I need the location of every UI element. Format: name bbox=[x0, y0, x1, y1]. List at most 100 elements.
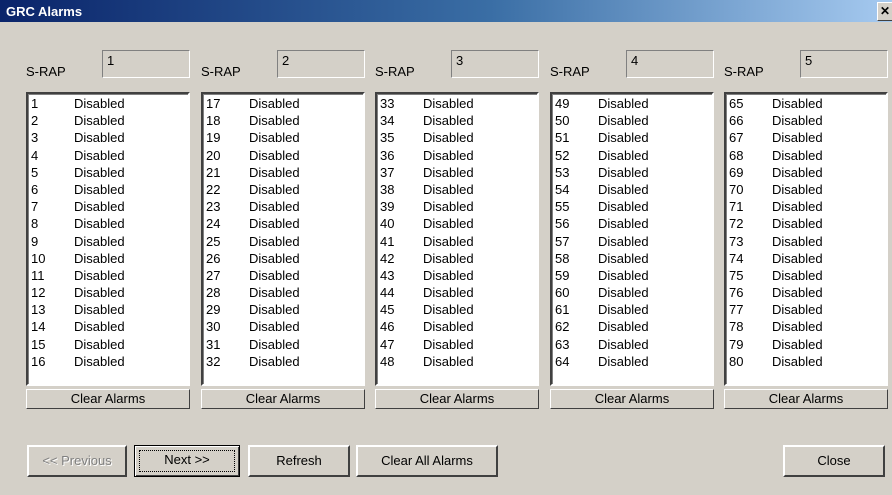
alarm-status: Disabled bbox=[598, 96, 649, 111]
alarm-row[interactable]: 72 Disabled bbox=[729, 215, 883, 232]
alarm-row[interactable]: 40 Disabled bbox=[380, 215, 534, 232]
alarm-row[interactable]: 30 Disabled bbox=[206, 318, 360, 335]
alarm-row[interactable]: 29 Disabled bbox=[206, 301, 360, 318]
alarm-row[interactable]: 38 Disabled bbox=[380, 181, 534, 198]
alarm-row[interactable]: 65 Disabled bbox=[729, 95, 883, 112]
alarm-row[interactable]: 80 Disabled bbox=[729, 353, 883, 370]
alarm-listbox[interactable]: 49 Disabled 50 Disabled 51 Disabled 52 Disabled… bbox=[550, 92, 714, 386]
alarm-row[interactable]: 33 Disabled bbox=[380, 95, 534, 112]
alarm-row[interactable]: 76 Disabled bbox=[729, 284, 883, 301]
alarm-row[interactable]: 2 Disabled bbox=[31, 112, 185, 129]
close-button[interactable]: Close bbox=[783, 445, 885, 477]
alarm-row[interactable]: 18 Disabled bbox=[206, 112, 360, 129]
alarm-row[interactable]: 35 Disabled bbox=[380, 129, 534, 146]
alarm-row[interactable]: 26 Disabled bbox=[206, 250, 360, 267]
alarm-listbox[interactable]: 33 Disabled 34 Disabled 35 Disabled 36 Disabled… bbox=[375, 92, 539, 386]
previous-button[interactable]: << Previous bbox=[27, 445, 127, 477]
alarm-row[interactable]: 73 Disabled bbox=[729, 233, 883, 250]
alarm-row[interactable]: 57 Disabled bbox=[555, 233, 709, 250]
alarm-row[interactable]: 24 Disabled bbox=[206, 215, 360, 232]
alarm-listbox[interactable]: 65 Disabled 66 Disabled 67 Disabled 68 Disabled… bbox=[724, 92, 888, 386]
alarm-row[interactable]: 75 Disabled bbox=[729, 267, 883, 284]
alarm-row[interactable]: 37 Disabled bbox=[380, 164, 534, 181]
alarm-row[interactable]: 13 Disabled bbox=[31, 301, 185, 318]
alarm-row[interactable]: 28 Disabled bbox=[206, 284, 360, 301]
clear-alarms-button[interactable]: Clear Alarms bbox=[375, 389, 539, 409]
alarm-row[interactable]: 51 Disabled bbox=[555, 129, 709, 146]
alarm-row[interactable]: 50 Disabled bbox=[555, 112, 709, 129]
alarm-row[interactable]: 56 Disabled bbox=[555, 215, 709, 232]
alarm-row[interactable]: 42 Disabled bbox=[380, 250, 534, 267]
alarm-status: Disabled bbox=[598, 233, 649, 249]
alarm-row[interactable]: 64 Disabled bbox=[555, 353, 709, 370]
alarm-row[interactable]: 19 Disabled bbox=[206, 129, 360, 146]
alarm-number: 66 bbox=[729, 113, 744, 129]
alarm-row[interactable]: 68 Disabled bbox=[729, 147, 883, 164]
clear-alarms-button[interactable]: Clear Alarms bbox=[26, 389, 190, 409]
close-icon[interactable]: ✕ bbox=[877, 2, 892, 21]
alarm-row[interactable]: 69 Disabled bbox=[729, 164, 883, 181]
alarm-row[interactable]: 55 Disabled bbox=[555, 198, 709, 215]
alarm-row[interactable]: 62 Disabled bbox=[555, 318, 709, 335]
alarm-row[interactable]: 4 Disabled bbox=[31, 147, 185, 164]
alarm-row[interactable]: 27 Disabled bbox=[206, 267, 360, 284]
alarm-row[interactable]: 8 Disabled bbox=[31, 215, 185, 232]
next-button[interactable]: Next >> bbox=[134, 445, 240, 477]
alarm-row[interactable]: 47 Disabled bbox=[380, 336, 534, 353]
alarm-row[interactable]: 3 Disabled bbox=[31, 129, 185, 146]
alarm-row[interactable]: 74 Disabled bbox=[729, 250, 883, 267]
alarm-row[interactable]: 48 Disabled bbox=[380, 353, 534, 370]
alarm-row[interactable]: 21 Disabled bbox=[206, 164, 360, 181]
alarm-row[interactable]: 17 Disabled bbox=[206, 95, 360, 112]
alarm-row[interactable]: 34 Disabled bbox=[380, 112, 534, 129]
clear-all-alarms-button[interactable]: Clear All Alarms bbox=[356, 445, 498, 477]
alarm-row[interactable]: 1 Disabled bbox=[31, 95, 185, 112]
clear-alarms-button[interactable]: Clear Alarms bbox=[724, 389, 888, 409]
alarm-row[interactable]: 15 Disabled bbox=[31, 336, 185, 353]
clear-alarms-button[interactable]: Clear Alarms bbox=[201, 389, 365, 409]
alarm-row[interactable]: 58 Disabled bbox=[555, 250, 709, 267]
alarm-row[interactable]: 71 Disabled bbox=[729, 198, 883, 215]
alarm-row[interactable]: 7 Disabled bbox=[31, 198, 185, 215]
alarm-listbox[interactable]: 1 Disabled 2 Disabled 3 Disabled 4 Disabled 5 Dis… bbox=[26, 92, 190, 386]
clear-alarms-button[interactable]: Clear Alarms bbox=[550, 389, 714, 409]
alarm-row[interactable]: 46 Disabled bbox=[380, 318, 534, 335]
alarm-row[interactable]: 61 Disabled bbox=[555, 301, 709, 318]
alarm-row[interactable]: 59 Disabled bbox=[555, 267, 709, 284]
alarm-row[interactable]: 23 Disabled bbox=[206, 198, 360, 215]
alarm-row[interactable]: 16 Disabled bbox=[31, 353, 185, 370]
alarm-row[interactable]: 22 Disabled bbox=[206, 181, 360, 198]
alarm-row[interactable]: 45 Disabled bbox=[380, 301, 534, 318]
alarm-row[interactable]: 39 Disabled bbox=[380, 198, 534, 215]
alarm-row[interactable]: 32 Disabled bbox=[206, 353, 360, 370]
alarm-status: Disabled bbox=[74, 336, 125, 352]
alarm-row[interactable]: 60 Disabled bbox=[555, 284, 709, 301]
alarm-row[interactable]: 36 Disabled bbox=[380, 147, 534, 164]
alarm-row[interactable]: 6 Disabled bbox=[31, 181, 185, 198]
alarm-listbox[interactable]: 17 Disabled 18 Disabled 19 Disabled 20 Disabled… bbox=[201, 92, 365, 386]
alarm-row[interactable]: 10 Disabled bbox=[31, 250, 185, 267]
alarm-row[interactable]: 66 Disabled bbox=[729, 112, 883, 129]
alarm-row[interactable]: 14 Disabled bbox=[31, 318, 185, 335]
alarm-row[interactable]: 67 Disabled bbox=[729, 129, 883, 146]
alarm-row[interactable]: 77 Disabled bbox=[729, 301, 883, 318]
alarm-row[interactable]: 54 Disabled bbox=[555, 181, 709, 198]
alarm-row[interactable]: 12 Disabled bbox=[31, 284, 185, 301]
alarm-row[interactable]: 52 Disabled bbox=[555, 147, 709, 164]
alarm-row[interactable]: 49 Disabled bbox=[555, 95, 709, 112]
alarm-row[interactable]: 20 Disabled bbox=[206, 147, 360, 164]
alarm-row[interactable]: 31 Disabled bbox=[206, 336, 360, 353]
alarm-row[interactable]: 41 Disabled bbox=[380, 233, 534, 250]
alarm-row[interactable]: 9 Disabled bbox=[31, 233, 185, 250]
alarm-row[interactable]: 25 Disabled bbox=[206, 233, 360, 250]
refresh-button[interactable]: Refresh bbox=[248, 445, 350, 477]
alarm-row[interactable]: 44 Disabled bbox=[380, 284, 534, 301]
alarm-row[interactable]: 5 Disabled bbox=[31, 164, 185, 181]
alarm-row[interactable]: 11 Disabled bbox=[31, 267, 185, 284]
alarm-row[interactable]: 43 Disabled bbox=[380, 267, 534, 284]
alarm-row[interactable]: 63 Disabled bbox=[555, 336, 709, 353]
alarm-row[interactable]: 78 Disabled bbox=[729, 318, 883, 335]
alarm-row[interactable]: 70 Disabled bbox=[729, 181, 883, 198]
alarm-row[interactable]: 53 Disabled bbox=[555, 164, 709, 181]
alarm-row[interactable]: 79 Disabled bbox=[729, 336, 883, 353]
